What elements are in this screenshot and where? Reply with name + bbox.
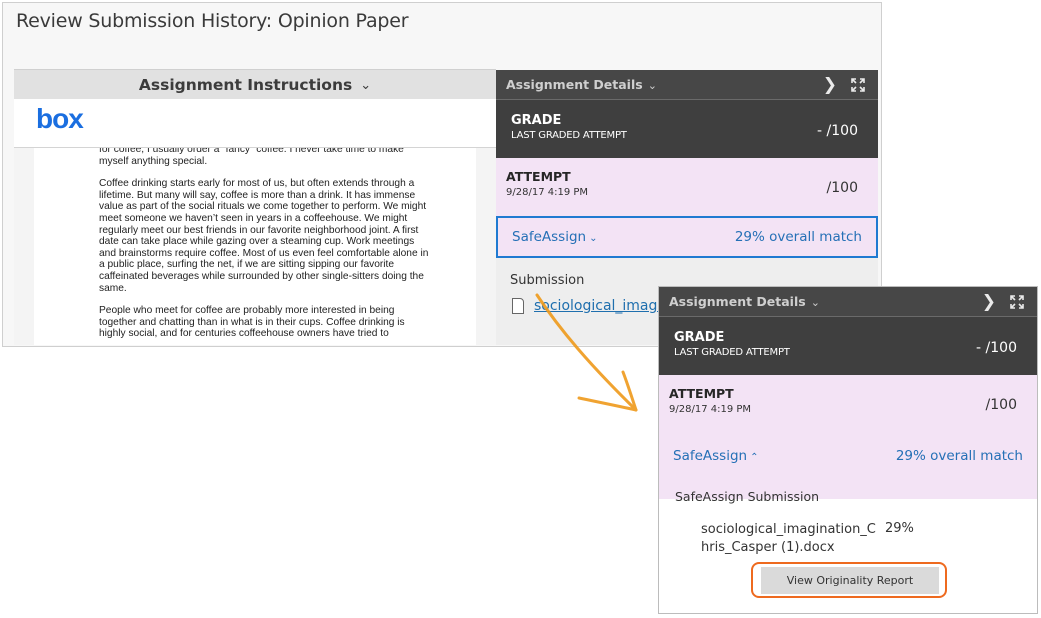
safeassign-submission-title: SafeAssign Submission (675, 489, 820, 504)
arrow-head-lower (577, 396, 638, 412)
document-page: for coffee, I usually order a “fancy” co… (34, 148, 476, 345)
grade-value: - /100 (976, 340, 1017, 356)
safeassign-toggle[interactable]: SafeAssign ⌄ 29% overall match (496, 216, 878, 258)
grade-section: GRADE LAST GRADED ATTEMPT - /100 (496, 100, 878, 158)
attempt-date: 9/28/17 4:19 PM (669, 404, 752, 415)
assignment-details-panel-expanded: Assignment Details ⌄ ❯ GRADE LAST GRADED … (658, 286, 1038, 614)
next-icon[interactable]: ❯ (823, 75, 837, 95)
chevron-down-icon: ⌄ (360, 77, 372, 93)
assignment-details-header: Assignment Details ⌄ ❯ (659, 287, 1037, 317)
document-viewer[interactable]: for coffee, I usually order a “fancy” co… (14, 148, 496, 345)
chevron-down-icon: ⌄ (589, 233, 598, 244)
safeassign-file-match-percent: 29% (885, 521, 914, 536)
attempt-value: /100 (826, 180, 858, 196)
safeassign-match: 29% overall match (895, 448, 1023, 464)
chevron-down-icon: ⌄ (810, 296, 820, 309)
document-paragraph: for coffee, I usually order a “fancy” co… (99, 148, 404, 167)
safeassign-label: SafeAssign (512, 229, 587, 245)
assignment-details-label: Assignment Details (669, 294, 806, 309)
safeassign-file-name: sociological_imagination_Chris_Casper (1… (701, 522, 876, 555)
view-originality-report-button[interactable]: View Originality Report (761, 567, 939, 594)
chevron-up-icon: ⌃ (750, 452, 759, 463)
grade-sublabel: LAST GRADED ATTEMPT (511, 130, 627, 141)
grade-section: GRADE LAST GRADED ATTEMPT - /100 (659, 317, 1037, 375)
attempt-value: /100 (985, 397, 1017, 413)
arrow-head-upper (621, 370, 638, 412)
chevron-down-icon: ⌄ (647, 79, 657, 92)
attempt-date: 9/28/17 4:19 PM (506, 187, 589, 198)
document-icon (512, 298, 524, 314)
grade-sublabel: LAST GRADED ATTEMPT (674, 347, 790, 358)
document-paragraph: Coffee drinking starts early for most of… (99, 178, 429, 294)
expand-icon[interactable] (1009, 294, 1025, 310)
box-logo: box (36, 103, 84, 134)
grade-value: - /100 (817, 123, 858, 139)
safeassign-match: 29% overall match (734, 229, 862, 245)
assignment-instructions-label: Assignment Instructions (138, 76, 353, 94)
safeassign-label: SafeAssign (673, 448, 748, 464)
document-paragraph: People who meet for coffee are probably … (99, 305, 405, 340)
assignment-details-toggle[interactable]: Assignment Details ⌄ (669, 294, 820, 309)
assignment-instructions-toggle[interactable]: Assignment Instructions ⌄ (14, 69, 496, 100)
grade-label: GRADE (511, 113, 562, 128)
attempt-section[interactable]: ATTEMPT 9/28/17 4:19 PM /100 (496, 158, 878, 216)
assignment-details-toggle[interactable]: Assignment Details ⌄ (506, 77, 657, 92)
document-text: for coffee, I usually order a “fancy” co… (99, 148, 429, 345)
next-icon[interactable]: ❯ (982, 292, 996, 312)
submission-label: Submission (510, 273, 585, 288)
attempt-label: ATTEMPT (506, 169, 571, 184)
safeassign-toggle[interactable]: SafeAssign ⌃ 29% overall match (659, 436, 1037, 476)
box-viewer-header: box (14, 99, 496, 148)
page-title: Review Submission History: Opinion Paper (16, 10, 409, 32)
expand-icon[interactable] (850, 77, 866, 93)
grade-label: GRADE (674, 330, 725, 345)
assignment-details-header: Assignment Details ⌄ ❯ (496, 70, 878, 100)
assignment-details-label: Assignment Details (506, 77, 643, 92)
attempt-label: ATTEMPT (669, 386, 734, 401)
